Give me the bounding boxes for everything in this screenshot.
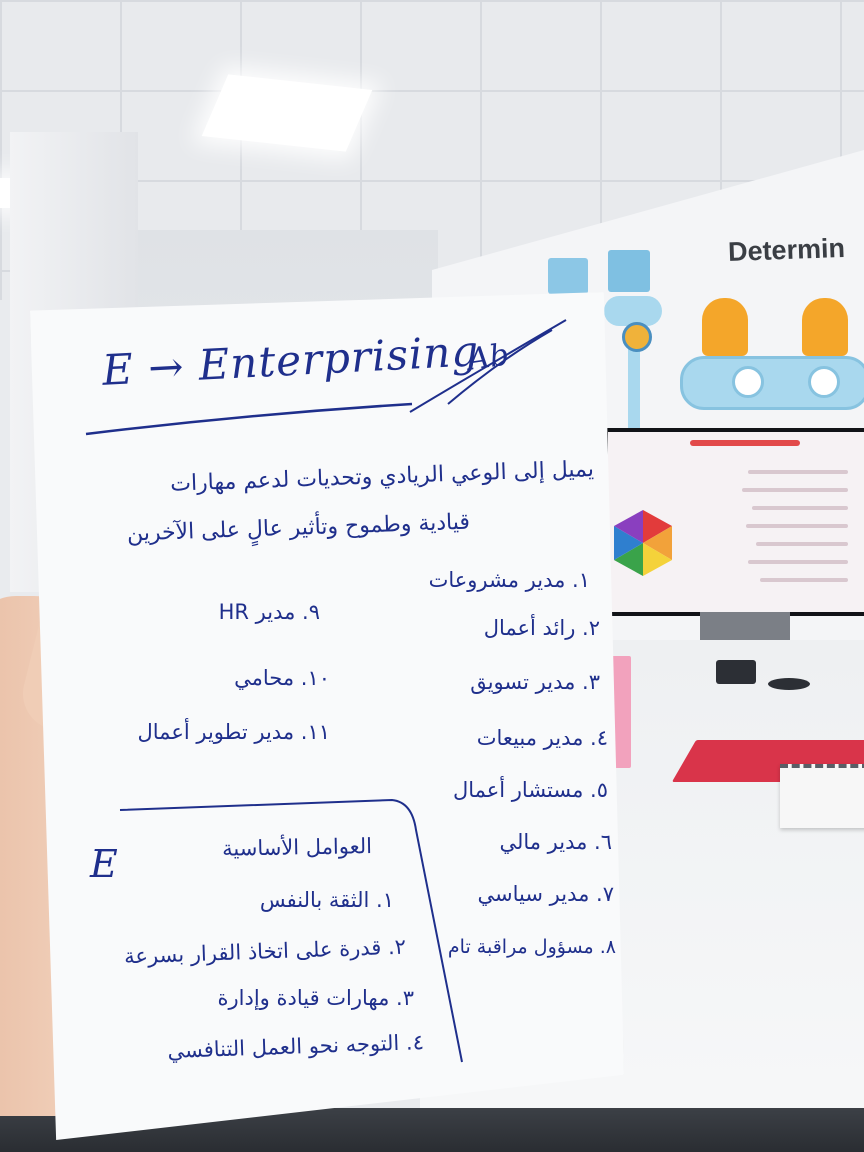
career-item: ٥. مستشار أعمال: [452, 778, 608, 802]
box-item: ١. الثقة بالنفس: [259, 888, 394, 912]
career-item: ٢. رائد أعمال: [483, 616, 600, 640]
career-item: ١. مدير مشروعات: [428, 568, 590, 592]
career-item: ١١. مدير تطوير أعمال: [137, 720, 330, 744]
box-letter: E: [90, 842, 118, 886]
career-item: ٧. مدير سياسي: [477, 882, 614, 906]
crossed-out-word: Ab: [465, 337, 512, 378]
box-title: العوامل الأساسية: [221, 834, 373, 861]
box-item: ٣. مهارات قيادة وإدارة: [217, 986, 415, 1010]
career-item: ١٠. محامي: [234, 666, 330, 690]
career-item: ٦. مدير مالي: [499, 830, 612, 854]
career-item: ٨. مسؤول مراقبة تام: [447, 936, 616, 958]
career-item: ٣. مدير تسويق: [470, 670, 600, 694]
career-item: ٩. مدير HR: [218, 600, 320, 624]
career-item: ٤. مدير مبيعات: [476, 726, 608, 750]
